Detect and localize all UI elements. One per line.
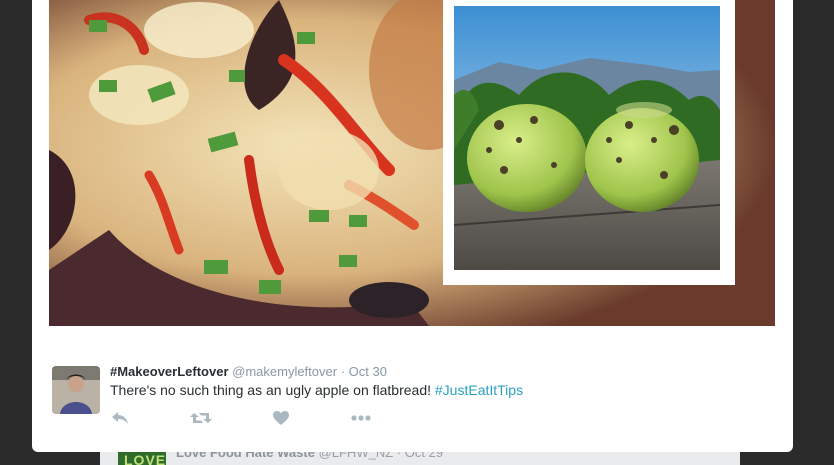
retweet-button[interactable] [190, 410, 214, 430]
tweet-photo[interactable] [49, 0, 775, 326]
reply-icon [112, 412, 128, 424]
tweet: #MakeoverLeftover @makemyleftover · Oct … [32, 326, 793, 452]
tweet-actions [110, 410, 410, 430]
header-separator: · [340, 364, 346, 379]
favorite-button[interactable] [272, 410, 296, 430]
avatar-image [52, 366, 100, 414]
avatar[interactable] [52, 366, 100, 414]
tweet-body: There's no such thing as an ugly apple o… [110, 382, 435, 398]
tweet-text: There's no such thing as an ugly apple o… [110, 382, 523, 398]
more-button[interactable] [350, 410, 374, 430]
author-name[interactable]: #MakeoverLeftover [110, 364, 229, 379]
reply-button[interactable] [110, 410, 134, 430]
flatbread-apple-photo [49, 0, 775, 326]
tweet-modal: #MakeoverLeftover @makemyleftover · Oct … [32, 0, 793, 452]
tweet-timestamp[interactable]: Oct 30 [349, 364, 387, 379]
more-icon [351, 415, 371, 421]
hashtag-link[interactable]: #JustEatItTips [435, 382, 523, 398]
author-handle[interactable]: @makemyleftover [232, 364, 337, 379]
favorite-icon [273, 411, 289, 425]
tweet-header: #MakeoverLeftover @makemyleftover · Oct … [110, 364, 387, 379]
retweet-icon [190, 413, 212, 423]
